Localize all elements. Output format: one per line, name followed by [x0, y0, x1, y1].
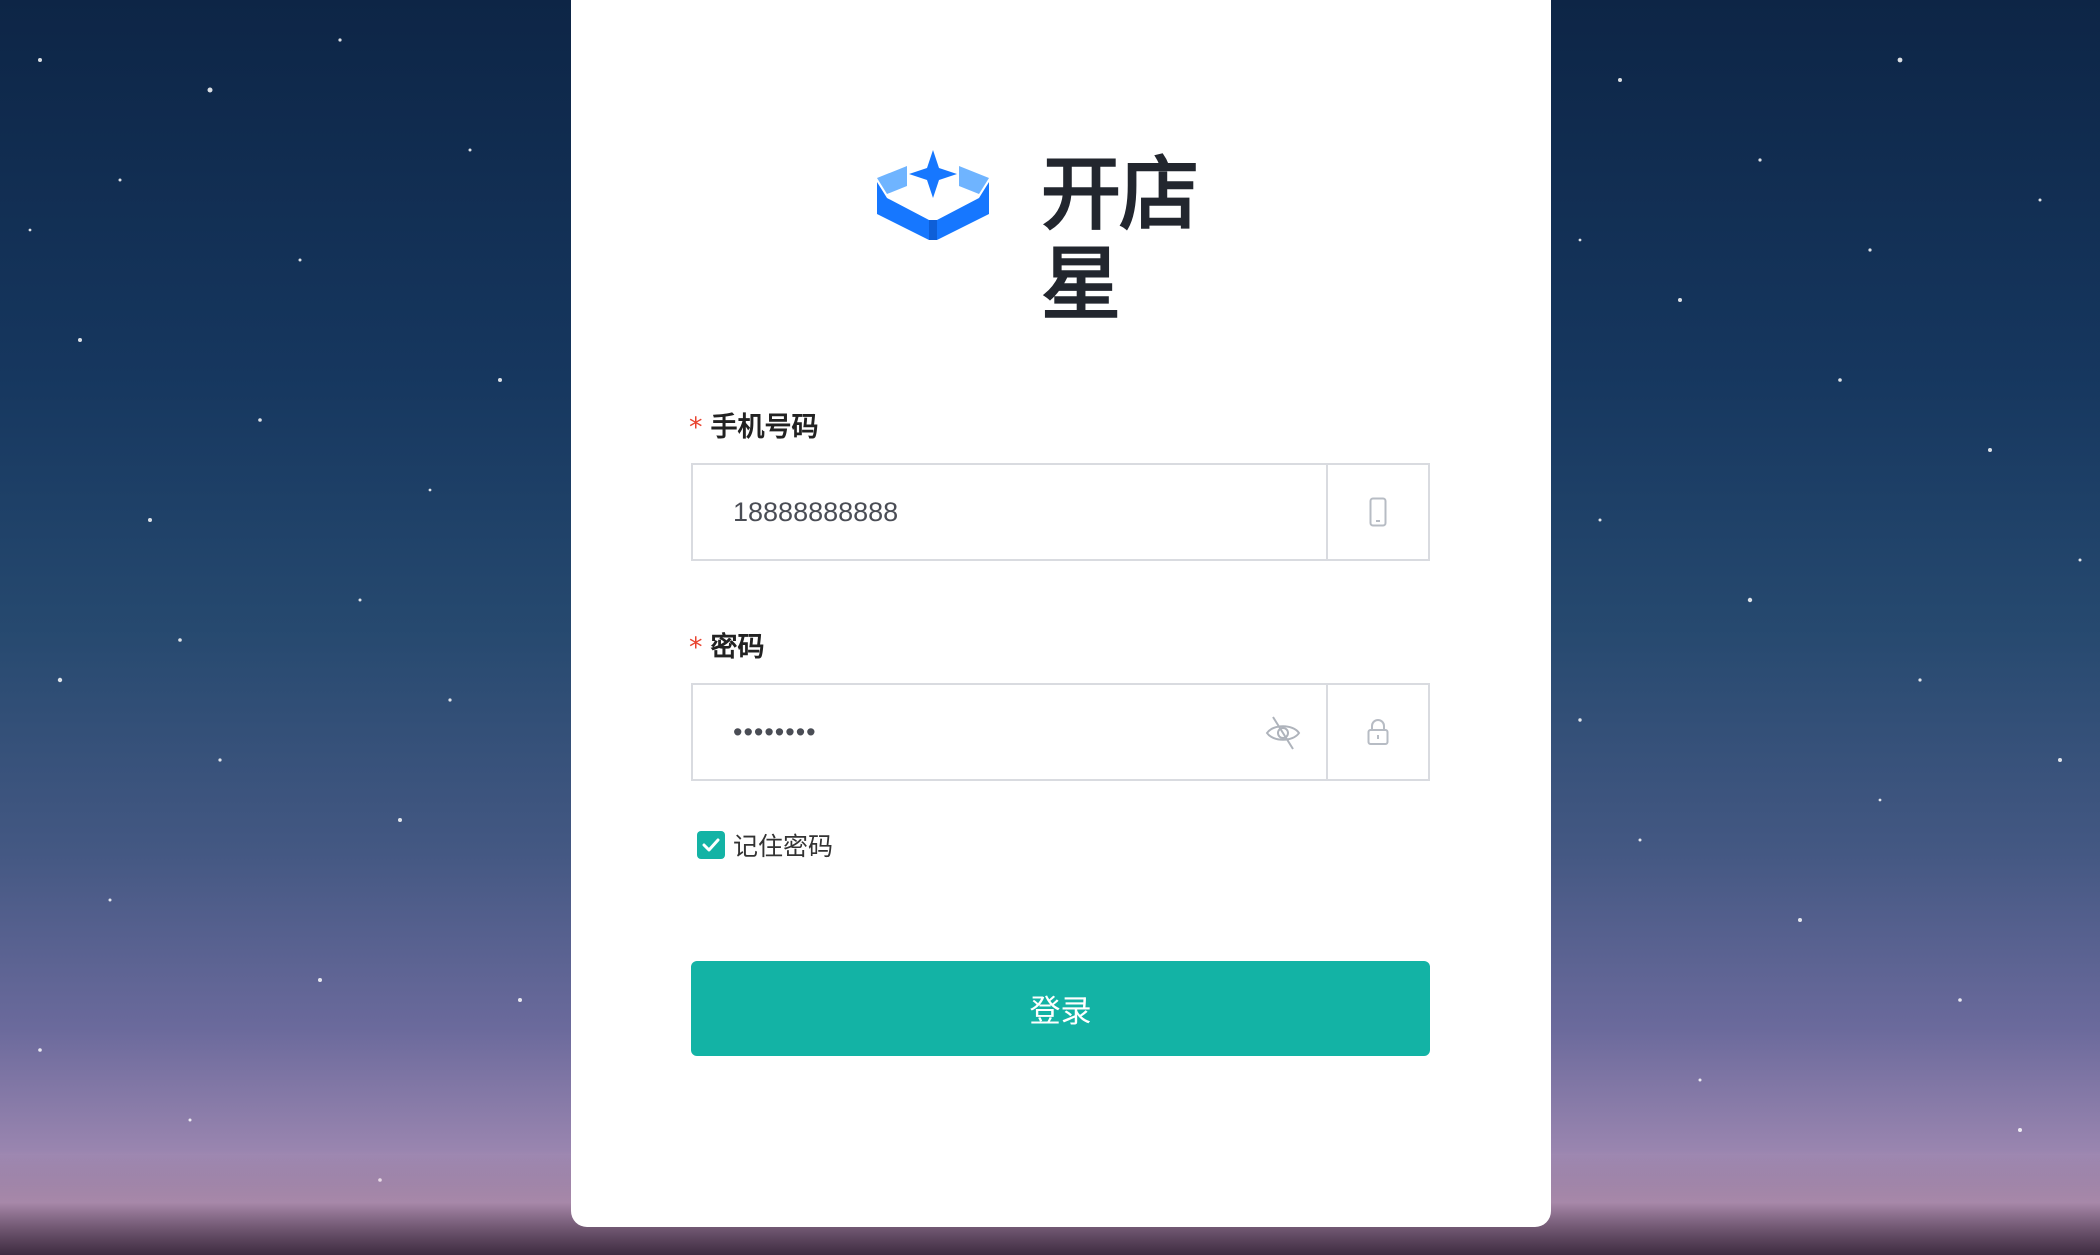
cube-star-logo-icon	[877, 150, 989, 240]
phone-addon	[1326, 465, 1428, 559]
brand-logo: 开店星	[873, 148, 1273, 330]
remember-checkbox[interactable]	[697, 831, 725, 859]
phone-field	[691, 463, 1430, 561]
password-addon	[1326, 685, 1428, 779]
password-label-text: 密码	[710, 632, 765, 663]
login-button[interactable]: 登录	[691, 961, 1430, 1056]
phone-label: * 手机号码	[689, 405, 819, 444]
mobile-phone-icon	[1369, 497, 1387, 527]
remember-label: 记住密码	[733, 832, 834, 861]
remember-password-option[interactable]: 记住密码	[697, 827, 833, 863]
check-icon	[702, 838, 720, 852]
required-mark: *	[689, 632, 703, 663]
password-label: * 密码	[689, 625, 765, 664]
password-input[interactable]	[693, 685, 1328, 779]
phone-input[interactable]	[693, 465, 1328, 559]
phone-label-text: 手机号码	[710, 412, 819, 443]
required-mark: *	[689, 412, 703, 443]
eye-hidden-icon[interactable]	[1263, 713, 1303, 753]
brand-name: 开店星	[1041, 148, 1199, 331]
password-field	[691, 683, 1430, 781]
lock-icon	[1367, 719, 1389, 745]
